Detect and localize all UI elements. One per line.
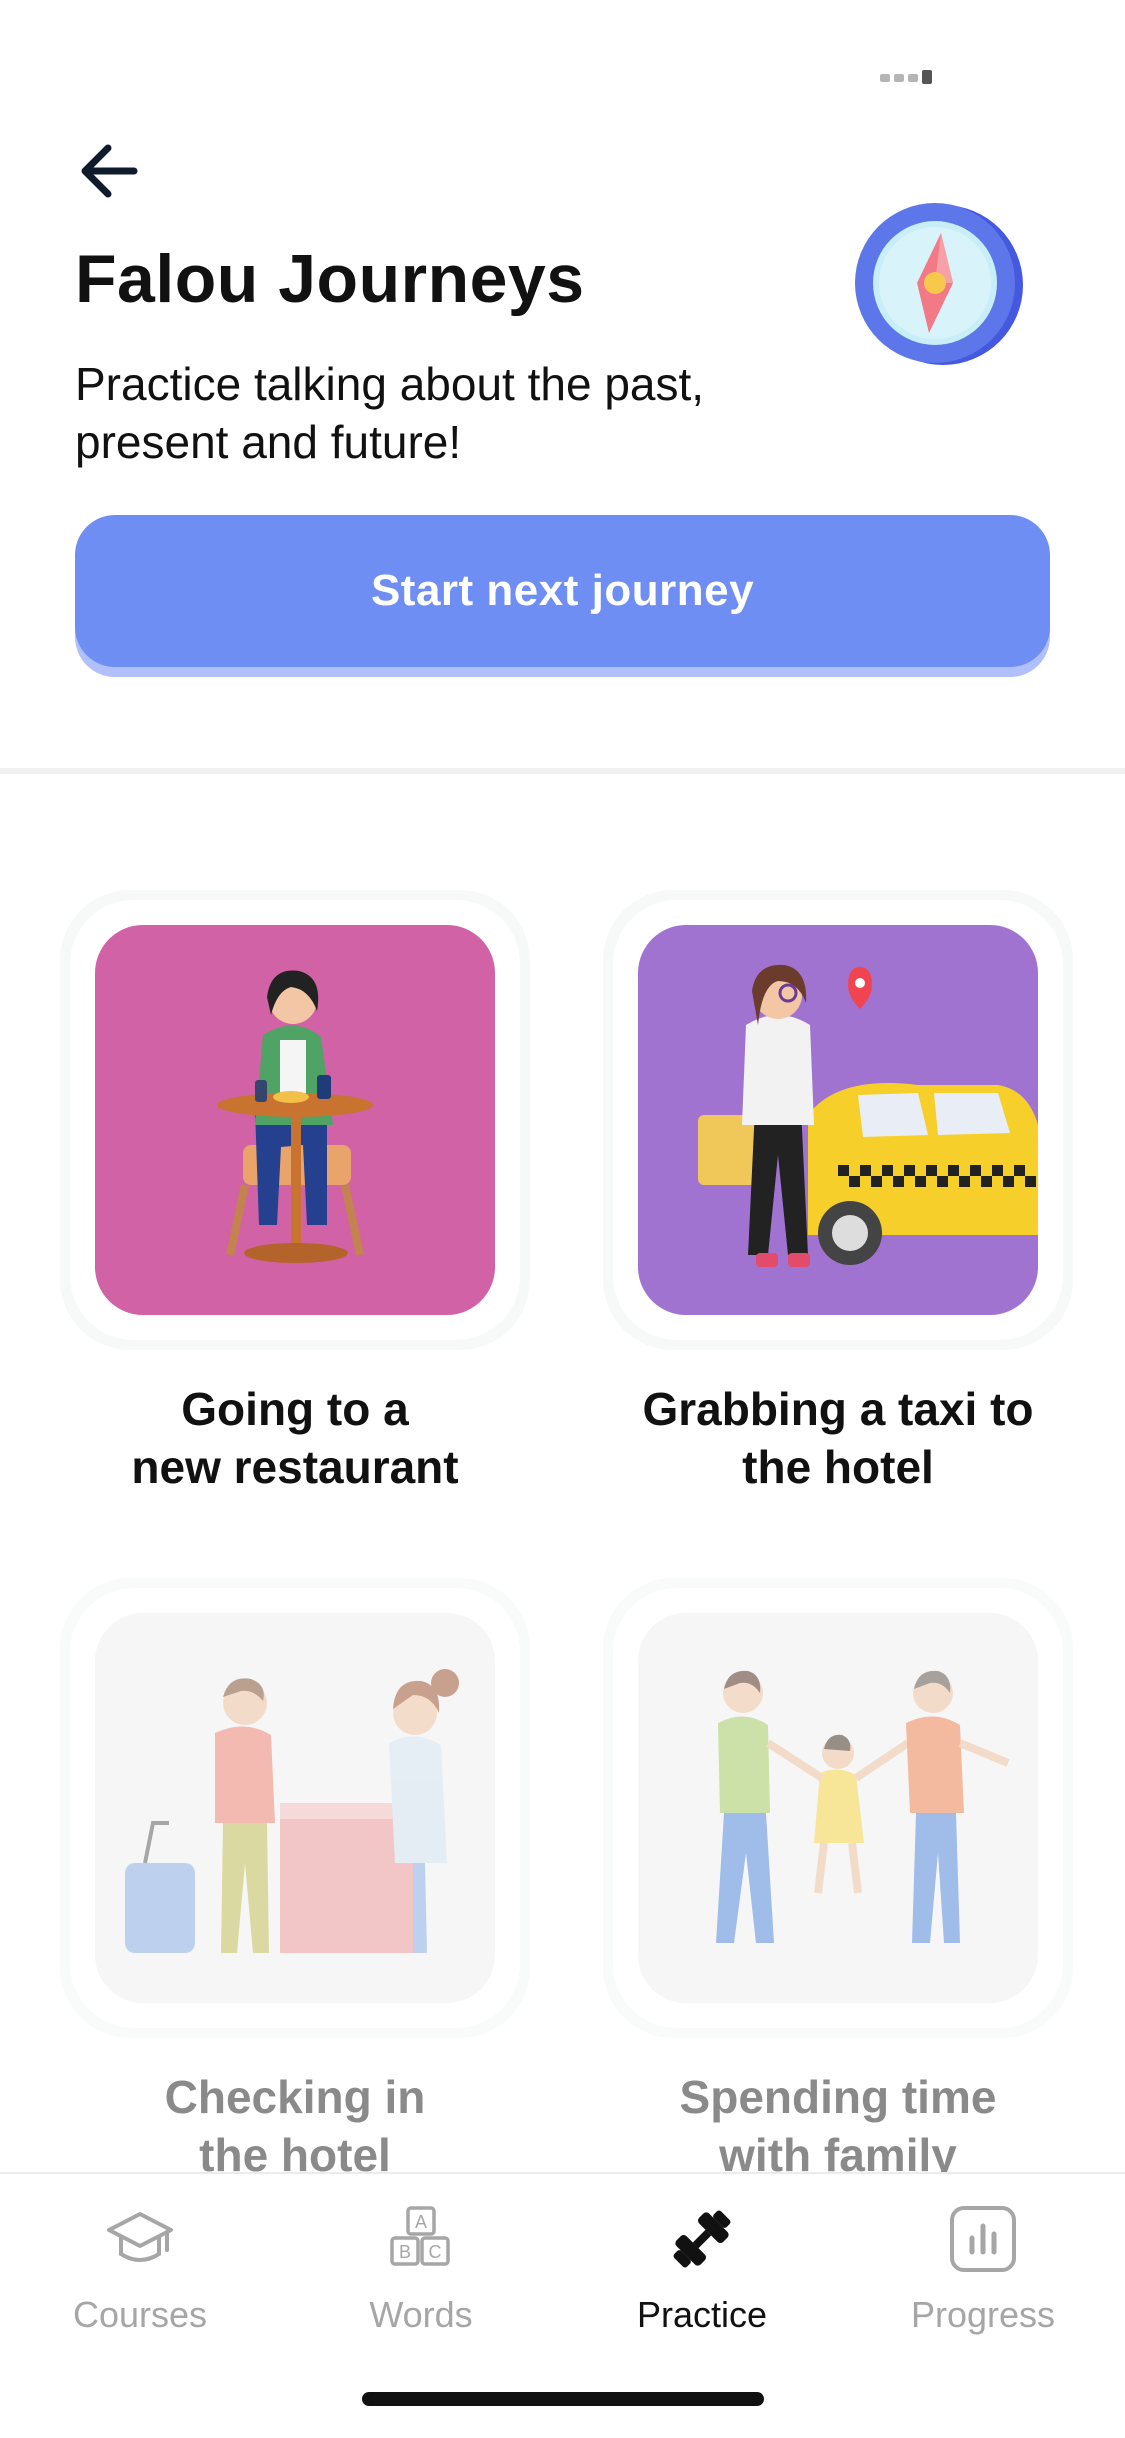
- journey-label-line1: Checking in: [164, 2071, 426, 2123]
- hotel-checkin-illustration: [95, 1613, 495, 2003]
- svg-text:A: A: [415, 2212, 427, 2232]
- abc-blocks-icon: AB C: [390, 2206, 450, 2266]
- page-title: Falou Journeys: [75, 241, 585, 317]
- section-divider: [0, 768, 1125, 774]
- journey-label-line1: Spending time: [679, 2071, 997, 2123]
- dumbbell-icon: [673, 2210, 731, 2268]
- tab-courses[interactable]: Courses: [15, 2204, 265, 2354]
- svg-text:B: B: [399, 2242, 411, 2262]
- tab-words[interactable]: ABC Words: [296, 2204, 546, 2354]
- tab-label: Courses: [72, 2294, 208, 2335]
- tab-label: Progress: [910, 2294, 1056, 2335]
- bar-chart-icon: [950, 2206, 1016, 2272]
- journey-label-line1: Going to a: [181, 1383, 409, 1435]
- page-subtitle: Practice talking about the past, present…: [75, 358, 705, 468]
- start-next-journey-button[interactable]: Start next journey: [75, 515, 1050, 667]
- signal-indicator: [880, 70, 936, 86]
- home-indicator: [362, 2392, 764, 2406]
- graduation-cap-icon: [107, 2212, 173, 2262]
- tab-label: Practice: [636, 2294, 768, 2335]
- start-journey-container: Start next journey: [75, 515, 1050, 680]
- svg-text:C: C: [429, 2242, 442, 2262]
- back-arrow-icon[interactable]: [74, 136, 144, 206]
- journey-label-line1: Grabbing a taxi to: [642, 1383, 1034, 1435]
- journey-label-line2: new restaurant: [131, 1441, 459, 1493]
- tab-practice[interactable]: Practice: [577, 2204, 827, 2354]
- tab-label: Words: [369, 2294, 473, 2335]
- tab-progress[interactable]: Progress: [858, 2204, 1108, 2354]
- family-illustration: [638, 1613, 1038, 2003]
- journey-label-line2: the hotel: [742, 1441, 934, 1493]
- compass-icon: [855, 203, 1023, 365]
- restaurant-illustration: [95, 925, 495, 1315]
- taxi-illustration: [638, 925, 1038, 1315]
